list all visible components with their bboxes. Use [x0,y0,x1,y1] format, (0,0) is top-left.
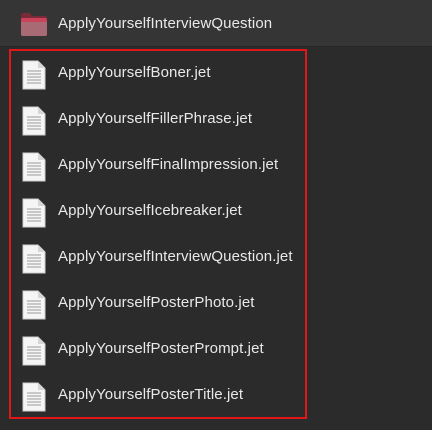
file-row[interactable]: ApplyYourselfPosterPrompt.jet [0,325,432,371]
document-icon [22,152,46,182]
file-name: ApplyYourselfFillerPhrase.jet [58,110,253,127]
document-icon [22,244,46,274]
document-icon [22,336,46,366]
folder-name: ApplyYourselfInterviewQuestion [58,15,273,32]
file-name: ApplyYourselfBoner.jet [58,64,211,81]
document-icon [22,382,46,412]
document-icon [22,106,46,136]
file-list: ApplyYourselfBoner.jet ApplyYourselfFill… [0,47,432,430]
folder-icon [21,13,47,36]
file-row[interactable]: ApplyYourselfFillerPhrase.jet [0,95,432,141]
file-row[interactable]: ApplyYourselfPosterPhoto.jet [0,279,432,325]
file-row[interactable]: ApplyYourselfIcebreaker.jet [0,187,432,233]
document-icon [22,60,46,90]
folder-row[interactable]: ApplyYourselfInterviewQuestion [0,0,432,47]
file-name: ApplyYourselfPosterTitle.jet [58,386,244,403]
document-icon [22,290,46,320]
file-row[interactable]: ApplyYourselfPosterTitle.jet [0,371,432,417]
file-name: ApplyYourselfPosterPrompt.jet [58,340,264,357]
document-icon [22,198,46,228]
file-name: ApplyYourselfIcebreaker.jet [58,202,242,219]
file-row[interactable]: ApplyYourselfFinalImpression.jet [0,141,432,187]
file-name: ApplyYourselfInterviewQuestion.jet [58,248,293,265]
file-list-pane: ApplyYourselfInterviewQuestion ApplyYour… [0,0,432,430]
file-name: ApplyYourselfPosterPhoto.jet [58,294,255,311]
file-row[interactable]: ApplyYourselfInterviewQuestion.jet [0,233,432,279]
file-name: ApplyYourselfFinalImpression.jet [58,156,279,173]
file-row[interactable]: ApplyYourselfBoner.jet [0,49,432,95]
